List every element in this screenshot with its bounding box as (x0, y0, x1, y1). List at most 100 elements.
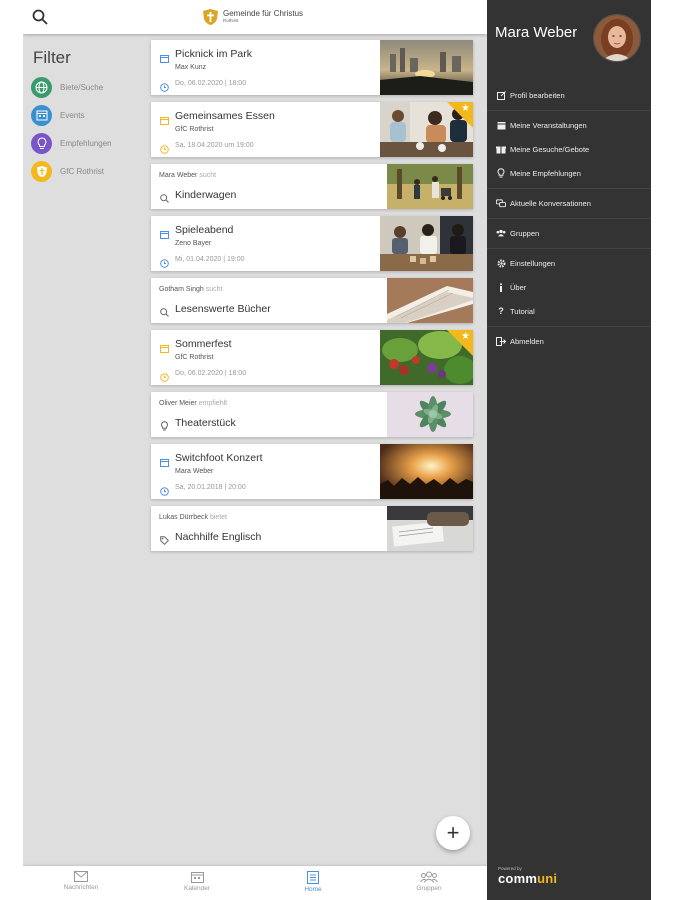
featured-star-icon: ★ (447, 330, 473, 356)
search-icon (160, 304, 169, 317)
lightbulb-icon (31, 132, 52, 154)
calendar-icon (160, 112, 169, 125)
logo-title: Gemeinde für Christus (223, 9, 304, 19)
offer-card-nachhilfe-englisch[interactable]: Lukas Dürrbeck bietet Nachhilfe Englisch (151, 506, 473, 551)
menu-label: Einstellungen (510, 258, 556, 268)
tab-label: Gruppen (416, 885, 442, 892)
event-card-sommerfest[interactable]: Sommerfest GfC Rothrist Do, 06.02.2020 |… (151, 330, 473, 385)
card-title: Nachhilfe Englisch (175, 531, 262, 543)
filter-title: Filter (33, 48, 71, 67)
menu-label: Meine Empfehlungen (510, 168, 581, 178)
menu-label: Abmelden (510, 336, 544, 346)
event-card-spieleabend[interactable]: Spieleabend Zeno Bayer Mi, 01.04.2020 | … (151, 216, 473, 271)
logout-icon (496, 336, 506, 346)
card-organizer: Mara Weber (175, 468, 214, 475)
menu-item-gruppen[interactable]: Gruppen (496, 226, 539, 240)
filter-label: Biete/Suche (60, 82, 104, 92)
search-card-kinderwagen[interactable]: Mara Weber sucht Kinderwagen (151, 164, 473, 209)
question-icon: ? (498, 306, 504, 316)
calendar-icon (190, 872, 204, 883)
card-date: Sa, 20.01.2018 | 20:00 (175, 484, 246, 491)
event-card-gemeinsames-essen[interactable]: Gemeinsames Essen GfC Rothrist Sa, 18.04… (151, 102, 473, 157)
card-date: Do, 06.02.2020 | 18:00 (175, 80, 247, 87)
filter-item-empfehlungen[interactable]: Empfehlungen (31, 132, 151, 154)
card-title: Picknick im Park (175, 48, 253, 60)
tab-label: Kalender (183, 885, 211, 892)
menu-item-profil-bearbeiten[interactable]: Profil bearbeiten (496, 88, 565, 102)
menu-item-meine-gesuche-gebote[interactable]: Meine Gesuche/Gebote (496, 142, 589, 156)
calendar-icon (496, 120, 506, 130)
card-title: Theaterstück (175, 417, 236, 429)
card-title: Switchfoot Konzert (175, 452, 263, 464)
picnic-image (380, 40, 473, 95)
calendar-icon (160, 340, 169, 353)
books-image (387, 278, 473, 323)
card-author: Oliver Meier empfiehlt (159, 400, 228, 407)
tab-nachrichten[interactable]: Nachrichten (23, 866, 139, 900)
card-author: Mara Weber sucht (159, 172, 217, 179)
search-icon (160, 190, 169, 203)
home-icon (307, 871, 319, 884)
add-button[interactable]: + (436, 816, 470, 850)
tag-icon (160, 532, 170, 546)
card-date: Mi, 01.04.2020 | 19:00 (175, 256, 245, 263)
groups-icon (420, 871, 438, 883)
feed-list: Picknick im Park Max Kunz Do, 06.02.2020… (151, 40, 473, 558)
globe-icon (31, 76, 52, 98)
plus-icon: + (446, 820, 460, 845)
event-card-switchfoot-konzert[interactable]: Switchfoot Konzert Mara Weber Sa, 20.01.… (151, 444, 473, 499)
card-author: Lukas Dürrbeck bietet (159, 514, 228, 521)
search-card-lesenswerte-buecher[interactable]: Gotham Singh sucht Lesenswerte Bücher (151, 278, 473, 323)
bottom-tab-bar: Nachrichten Kalender Home Gruppen (23, 866, 487, 900)
clock-icon (160, 141, 169, 154)
logo-subtitle: Rothrist (223, 18, 239, 24)
lightbulb-icon (496, 168, 506, 178)
menu-item-ueber[interactable]: Über (496, 280, 526, 294)
event-card-picknick[interactable]: Picknick im Park Max Kunz Do, 06.02.2020… (151, 40, 473, 95)
tab-gruppen[interactable]: Gruppen (371, 866, 487, 900)
menu-label: Aktuelle Konversationen (510, 198, 591, 208)
card-date: Sa, 18.04.2020 um 19:00 (175, 142, 254, 149)
lightbulb-icon (160, 418, 169, 431)
card-organizer: GfC Rothrist (175, 354, 214, 361)
card-title: Sommerfest (175, 338, 232, 350)
card-organizer: Zeno Bayer (175, 240, 212, 247)
avatar[interactable] (593, 14, 641, 62)
menu-item-meine-empfehlungen[interactable]: Meine Empfehlungen (496, 166, 581, 180)
recommend-card-theaterstueck[interactable]: Oliver Meier empfiehlt Theaterstück (151, 392, 473, 437)
shield-logo-icon (203, 9, 218, 25)
menu-item-tutorial[interactable]: ? Tutorial (496, 304, 535, 318)
tab-kalender[interactable]: Kalender (139, 866, 255, 900)
filter-item-gfc-rothrist[interactable]: GfC Rothrist (31, 160, 151, 182)
filter-panel: Filter Biete/Suche Events Empfehlungen G… (31, 48, 151, 188)
menu-item-abmelden[interactable]: Abmelden (496, 334, 544, 348)
divider (487, 110, 651, 111)
tab-home[interactable]: Home (255, 866, 371, 900)
menu-item-aktuelle-konversationen[interactable]: Aktuelle Konversationen (496, 196, 591, 210)
filter-item-events[interactable]: Events (31, 104, 151, 126)
communi-brand-logo: Powered by communi (498, 866, 557, 886)
card-title: Gemeinsames Essen (175, 110, 275, 122)
church-icon (31, 160, 52, 182)
drawer-user-name: Mara Weber (495, 24, 578, 41)
tutoring-image (387, 506, 473, 551)
divider (487, 326, 651, 327)
menu-label: Tutorial (510, 306, 535, 316)
user-photo (594, 15, 640, 61)
concert-image (380, 444, 473, 499)
calendar-icon (160, 226, 169, 239)
menu-label: Gruppen (510, 228, 540, 238)
menu-item-einstellungen[interactable]: Einstellungen (496, 256, 555, 270)
gear-icon (496, 258, 506, 268)
menu-item-meine-veranstaltungen[interactable]: Meine Veranstaltungen (496, 118, 587, 132)
clock-icon (160, 369, 169, 382)
game-night-image (380, 216, 473, 271)
menu-label: Profil bearbeiten (510, 90, 565, 100)
card-author: Gotham Singh sucht (159, 286, 223, 293)
menu-label: Meine Gesuche/Gebote (510, 144, 590, 154)
clock-icon (160, 255, 169, 268)
brand-name: communi (498, 871, 558, 886)
filter-item-biete-suche[interactable]: Biete/Suche (31, 76, 151, 98)
search-icon[interactable] (32, 9, 48, 25)
gift-icon (496, 144, 506, 154)
